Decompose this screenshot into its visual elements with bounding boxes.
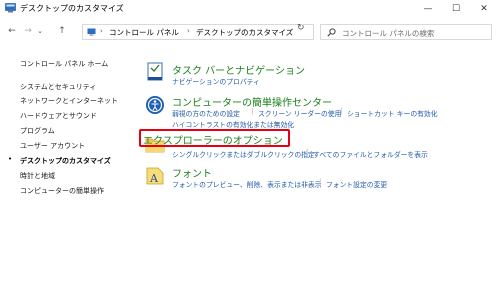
title-bar: デスクトップのカスタマイズ — ☐ ✕ xyxy=(0,0,500,18)
sidebar-item-user-accounts[interactable]: ユーザー アカウント xyxy=(20,141,85,151)
recent-locations-dropdown-icon[interactable]: ⌄ xyxy=(36,25,44,38)
control-panel-app-icon xyxy=(5,3,16,13)
back-arrow-icon[interactable]: ← xyxy=(6,25,18,38)
category-title-fonts[interactable]: フォント xyxy=(172,165,212,180)
link-single-double-click[interactable]: シングルクリックまたはダブルクリックの指定 xyxy=(172,149,315,159)
link-low-vision-settings[interactable]: 弱視の方のための設定 xyxy=(172,108,240,118)
navigation-bar: ← → ⌄ ↑ › コントロール パネル › デスクトップのカスタマイズ ⌄ ↻… xyxy=(0,22,500,42)
breadcrumb-control-panel[interactable]: コントロール パネル xyxy=(109,27,179,38)
link-separator: | xyxy=(340,107,343,115)
category-title-taskbar[interactable]: タスク バーとナビゲーション xyxy=(172,62,305,77)
link-show-all-files[interactable]: すべてのファイルとフォルダーを表示 xyxy=(313,149,428,159)
breadcrumb-desktop-customize[interactable]: デスクトップのカスタマイズ xyxy=(196,27,293,38)
refresh-icon[interactable]: ↻ xyxy=(297,23,305,33)
forward-arrow-icon[interactable]: → xyxy=(22,25,34,38)
breadcrumb-separator: › xyxy=(187,27,190,35)
taskbar-icon xyxy=(147,62,163,81)
minimize-button[interactable]: — xyxy=(414,0,442,18)
window-title: デスクトップのカスタマイズ xyxy=(20,4,124,13)
sidebar-item-clock-region[interactable]: 時計と地域 xyxy=(20,171,55,181)
link-font-settings[interactable]: フォント設定の変更 xyxy=(326,179,387,189)
current-item-bullet: • xyxy=(8,155,13,163)
link-separator: | xyxy=(319,178,322,186)
ease-of-access-icon xyxy=(146,96,164,114)
address-bar[interactable]: › コントロール パネル › デスクトップのカスタマイズ ⌄ xyxy=(82,24,359,40)
sidebar-item-programs[interactable]: プログラム xyxy=(20,126,55,136)
search-icon xyxy=(327,28,336,37)
sidebar-item-desktop-customize[interactable]: デスクトップのカスタマイズ xyxy=(20,156,111,166)
link-separator: | xyxy=(306,148,309,156)
link-font-preview[interactable]: フォントのプレビュー、削除、表示または非表示 xyxy=(172,179,321,189)
sidebar-item-ease-of-access[interactable]: コンピューターの簡単操作 xyxy=(20,186,104,196)
maximize-button[interactable]: ☐ xyxy=(442,0,470,18)
sidebar-control-panel-home[interactable]: コントロール パネル ホーム xyxy=(20,59,108,69)
link-separator: | xyxy=(251,107,254,115)
link-screen-reader[interactable]: スクリーン リーダーの使用 xyxy=(258,108,341,118)
up-arrow-icon[interactable]: ↑ xyxy=(56,25,68,38)
search-box[interactable]: コントロール パネルの検索 xyxy=(320,24,492,40)
svg-text:A: A xyxy=(149,172,159,185)
sidebar-item-system-security[interactable]: システムとセキュリティ xyxy=(20,82,96,92)
fonts-icon: A xyxy=(146,167,164,185)
link-shortcut-keys[interactable]: ショートカット キーの有効化 xyxy=(347,108,438,118)
link-navigation-properties[interactable]: ナビゲーションのプロパティ xyxy=(172,76,260,86)
highlight-frame xyxy=(139,129,290,147)
link-high-contrast[interactable]: ハイコントラストの有効化または無効化 xyxy=(172,119,294,129)
close-button[interactable]: ✕ xyxy=(470,0,498,18)
sidebar-item-network-internet[interactable]: ネットワークとインターネット xyxy=(20,96,118,106)
control-panel-small-icon xyxy=(87,28,96,36)
sidebar-item-hardware-sound[interactable]: ハードウェアとサウンド xyxy=(20,111,97,121)
search-input[interactable]: コントロール パネルの検索 xyxy=(342,28,434,39)
breadcrumb-separator: › xyxy=(100,27,103,35)
